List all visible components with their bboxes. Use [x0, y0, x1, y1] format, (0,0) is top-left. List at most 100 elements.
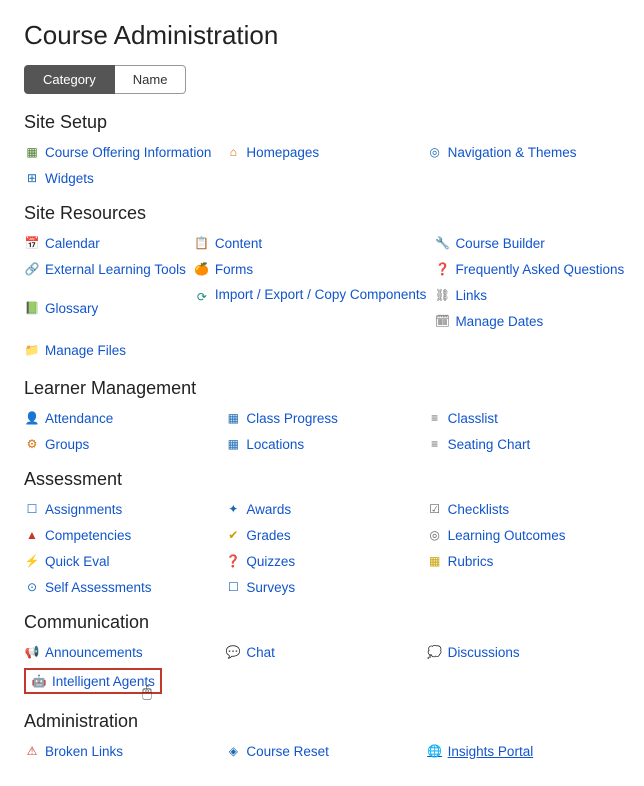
link-forms[interactable]: 🍊 Forms [194, 258, 427, 280]
link-label: Grades [246, 528, 290, 543]
link-competencies[interactable]: ▲ Competencies [24, 524, 217, 546]
quizzes-icon: ❓ [225, 553, 241, 569]
link-label: Widgets [45, 171, 94, 186]
link-label: Intelligent Agents [52, 674, 155, 689]
link-widgets[interactable]: ⊞ Widgets [24, 167, 217, 189]
link-quizzes[interactable]: ❓ Quizzes [225, 550, 418, 572]
calendar-icon: 📅 [24, 235, 40, 251]
link-external-learning-tools[interactable]: 🔗 External Learning Tools [24, 258, 186, 280]
link-label: Calendar [45, 236, 100, 251]
link-label: Course Offering Information [45, 145, 211, 160]
link-classlist[interactable]: ≡ Classlist [427, 407, 620, 429]
link-label: Frequently Asked Questions [455, 262, 624, 277]
comp-icon: ▲ [24, 527, 40, 543]
link-checklists[interactable]: ☑ Checklists [427, 498, 620, 520]
link-label: Chat [246, 645, 275, 660]
link-class-progress[interactable]: ▦ Class Progress [225, 407, 418, 429]
link-calendar[interactable]: 📅 Calendar [24, 232, 186, 254]
link-learning-outcomes[interactable]: ◎ Learning Outcomes [427, 524, 620, 546]
glossary-icon: 📗 [24, 300, 40, 316]
link-label: Insights Portal [448, 744, 534, 759]
section-learner-management: Learner Management 👤 Attendance ▦ Class … [24, 378, 620, 455]
section-title-assessment: Assessment [24, 469, 620, 490]
link-announcements[interactable]: 📢 Announcements [24, 641, 217, 663]
link-label: Import / Export / Copy Components [215, 287, 427, 302]
link-assignments[interactable]: ☐ Assignments [24, 498, 217, 520]
section-title-learner-management: Learner Management [24, 378, 620, 399]
announce-icon: 📢 [24, 644, 40, 660]
progress-icon: ▦ [225, 410, 241, 426]
link-label: Course Reset [246, 744, 329, 759]
groups-icon: ⚙ [24, 436, 40, 452]
link-navigation-themes[interactable]: ◎ Navigation & Themes [427, 141, 620, 163]
checklists-icon: ☑ [427, 501, 443, 517]
page-title: Course Administration [24, 20, 620, 51]
link-label: Manage Files [45, 343, 126, 358]
cursor-indicator: 🖱 [142, 684, 152, 702]
surveys-icon: ☐ [225, 579, 241, 595]
link-locations[interactable]: ▦ Locations [225, 433, 418, 455]
link-seating-chart[interactable]: ≡ Seating Chart [427, 433, 620, 455]
tab-name[interactable]: Name [115, 65, 187, 94]
link-import-export[interactable]: ⟳ Import / Export / Copy Components [194, 284, 427, 332]
link-surveys[interactable]: ☐ Surveys [225, 576, 418, 598]
nav-icon: ◎ [427, 144, 443, 160]
link-rubrics[interactable]: ▦ Rubrics [427, 550, 620, 572]
insights-icon: 🌐 [427, 743, 443, 759]
link-label: Awards [246, 502, 291, 517]
link-label: Glossary [45, 301, 98, 316]
link-course-reset[interactable]: ◈ Course Reset [225, 740, 418, 762]
reset-icon: ◈ [225, 743, 241, 759]
link-label: Announcements [45, 645, 143, 660]
link-glossary[interactable]: 📗 Glossary [24, 284, 186, 332]
link-label: Quick Eval [45, 554, 110, 569]
link-insights-portal[interactable]: 🌐 Insights Portal [427, 740, 620, 762]
link-label: Assignments [45, 502, 122, 517]
link-links[interactable]: ⛓ Links [434, 284, 624, 306]
outcomes-icon: ◎ [427, 527, 443, 543]
link-grades[interactable]: ✔ Grades [225, 524, 418, 546]
link-broken-links[interactable]: ⚠ Broken Links [24, 740, 217, 762]
section-communication: Communication 📢 Announcements 💬 Chat 💭 D… [24, 612, 620, 697]
link-label: Links [455, 288, 487, 303]
link-discussions[interactable]: 💭 Discussions [427, 641, 620, 663]
link-chat[interactable]: 💬 Chat [225, 641, 418, 663]
section-administration: Administration ⚠ Broken Links ◈ Course R… [24, 711, 620, 762]
link-label: Forms [215, 262, 253, 277]
link-awards[interactable]: ✦ Awards [225, 498, 418, 520]
section-site-resources: Site Resources 📅 Calendar 📋 Content 🔧 Co… [24, 203, 620, 364]
link-label: Rubrics [448, 554, 494, 569]
classlist-icon: ≡ [427, 410, 443, 426]
link-label: Quizzes [246, 554, 295, 569]
link-label: Classlist [448, 411, 498, 426]
files-icon: 📁 [24, 342, 40, 358]
link-label: Manage Dates [455, 314, 543, 329]
link-self-assessments[interactable]: ⊙ Self Assessments [24, 576, 217, 598]
link-manage-files[interactable]: 📁 Manage Files [24, 339, 126, 361]
link-label: Discussions [448, 645, 520, 660]
link-label: External Learning Tools [45, 262, 186, 277]
link-intelligent-agents[interactable]: 🤖 Intelligent Agents 🖱 [24, 668, 162, 694]
link-manage-dates[interactable]: 🗓 Manage Dates [434, 310, 624, 332]
link-course-builder[interactable]: 🔧 Course Builder [434, 232, 624, 254]
section-site-setup: Site Setup ▦ Course Offering Information… [24, 112, 620, 189]
link-label: Content [215, 236, 262, 251]
link-groups[interactable]: ⚙ Groups [24, 433, 217, 455]
faq-icon: ❓ [434, 261, 450, 277]
locations-icon: ▦ [225, 436, 241, 452]
link-course-offering-information[interactable]: ▦ Course Offering Information [24, 141, 217, 163]
link-content[interactable]: 📋 Content [194, 232, 427, 254]
section-title-site-resources: Site Resources [24, 203, 620, 224]
chat-icon: 💬 [225, 644, 241, 660]
assign-icon: ☐ [24, 501, 40, 517]
link-faq[interactable]: ❓ Frequently Asked Questions [434, 258, 624, 280]
link-homepages[interactable]: ⌂ Homepages [225, 141, 418, 163]
link-label: Competencies [45, 528, 131, 543]
agents-icon: 🤖 [31, 673, 47, 689]
link-label: Navigation & Themes [448, 145, 577, 160]
forms-icon: 🍊 [194, 261, 210, 277]
tab-category[interactable]: Category [24, 65, 115, 94]
link-attendance[interactable]: 👤 Attendance [24, 407, 217, 429]
link-label: Attendance [45, 411, 113, 426]
link-quick-eval[interactable]: ⚡ Quick Eval [24, 550, 217, 572]
